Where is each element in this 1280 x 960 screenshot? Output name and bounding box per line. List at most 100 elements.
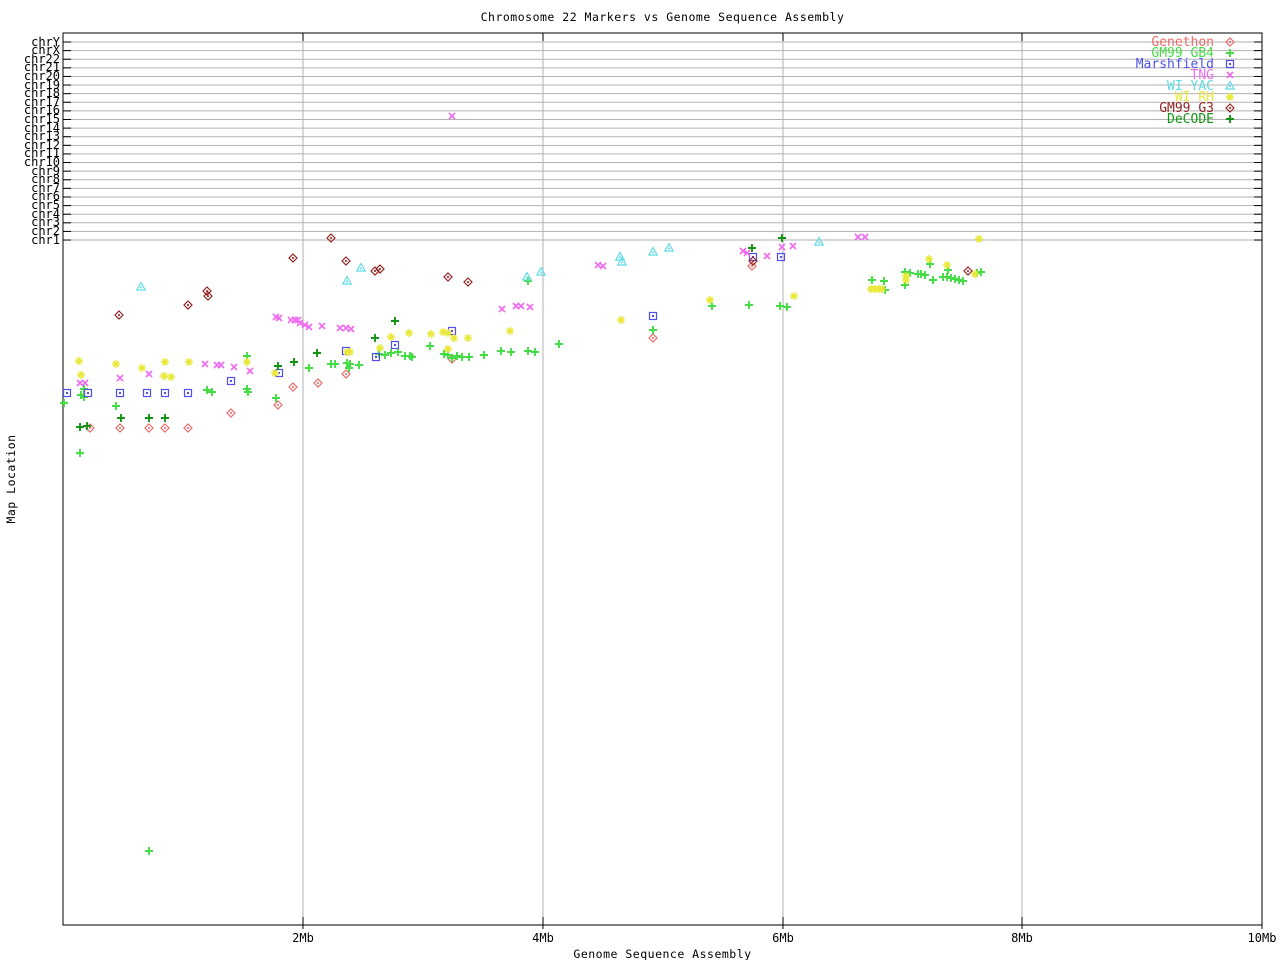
data-point-dot [451, 330, 453, 332]
data-point [1226, 115, 1234, 123]
data-point-dot [118, 314, 120, 316]
data-point [391, 317, 399, 325]
data-point-dot [1229, 107, 1231, 109]
data-point [76, 423, 84, 431]
data-point [217, 361, 225, 369]
data-point [138, 364, 146, 372]
data-point [778, 243, 786, 251]
data-point [763, 252, 771, 260]
data-point [663, 242, 675, 252]
data-point [647, 246, 659, 256]
data-point [346, 348, 354, 356]
data-point-dot [346, 280, 348, 283]
data-point [465, 353, 473, 361]
data-point [535, 266, 547, 276]
data-point [878, 285, 886, 293]
data-point [1226, 71, 1234, 79]
data-point [355, 361, 363, 369]
data-point-dot [277, 404, 279, 406]
data-point-dot [119, 427, 121, 429]
data-point [955, 276, 963, 284]
data-point [145, 414, 153, 422]
data-point [318, 322, 326, 330]
data-point [517, 302, 525, 310]
data-point [161, 358, 169, 366]
data-point [185, 358, 193, 366]
data-point [444, 345, 452, 353]
data-point [507, 348, 515, 356]
data-point [599, 262, 607, 270]
data-point [376, 344, 384, 352]
plot-border [62, 32, 1263, 926]
data-point [975, 235, 983, 243]
data-point [371, 334, 379, 342]
data-point-dot [526, 276, 528, 279]
data-point-dot [652, 251, 654, 254]
data-point [789, 242, 797, 250]
data-point [902, 276, 910, 284]
data-point [921, 271, 929, 279]
data-point [951, 275, 959, 283]
data-point-dot [207, 295, 209, 297]
data-point [117, 414, 125, 422]
data-point [498, 305, 506, 313]
data-point [112, 360, 120, 368]
x-tick-label: 8Mb [1011, 931, 1033, 945]
data-point-dot [164, 427, 166, 429]
data-point [81, 379, 89, 387]
data-point [929, 276, 937, 284]
x-tick-label: 6Mb [772, 931, 794, 945]
data-point-dot [374, 270, 376, 272]
data-point [77, 371, 85, 379]
data-point-dot [140, 286, 142, 289]
data-point [706, 296, 714, 304]
data-point [977, 268, 985, 276]
data-point [394, 348, 402, 356]
data-point [1226, 93, 1234, 101]
y-axis-title: Map Location [4, 434, 18, 524]
data-point [448, 112, 456, 120]
data-point [813, 236, 825, 246]
data-point [112, 402, 120, 410]
data-point [355, 262, 367, 272]
data-point [778, 234, 786, 242]
data-point [167, 373, 175, 381]
data-point [617, 316, 625, 324]
data-point [943, 261, 951, 269]
data-point [145, 847, 153, 855]
data-point [76, 449, 84, 457]
data-point-dot [87, 392, 89, 394]
data-point-dot [379, 268, 381, 270]
data-point [524, 347, 532, 355]
data-point [783, 303, 791, 311]
data-point [861, 233, 869, 241]
x-tick-label: 10Mb [1247, 931, 1277, 945]
data-point [145, 370, 153, 378]
data-point [947, 274, 955, 282]
data-point-dot [752, 260, 754, 262]
data-point-dot [652, 315, 654, 317]
data-point-dot [66, 392, 68, 394]
data-point-dot [230, 380, 232, 382]
data-point-dot [1229, 41, 1231, 43]
legend-item-label: Marshfield [1135, 56, 1214, 72]
y-tick-label: chr1 [31, 232, 60, 247]
data-point-dot [148, 427, 150, 429]
data-point [387, 333, 395, 341]
data-point [555, 340, 563, 348]
data-point-dot [467, 281, 469, 283]
data-point-dot [621, 261, 623, 264]
data-point [75, 357, 83, 365]
data-point [116, 374, 124, 382]
x-tick-label: 2Mb [292, 931, 314, 945]
data-point [336, 324, 344, 332]
data-point [790, 292, 798, 300]
data-point [854, 233, 862, 241]
data-point [160, 372, 168, 380]
data-point [305, 364, 313, 372]
data-point [649, 326, 657, 334]
data-point [405, 329, 413, 337]
data-point-dot [818, 241, 820, 244]
data-point [230, 363, 238, 371]
data-point [135, 281, 147, 291]
